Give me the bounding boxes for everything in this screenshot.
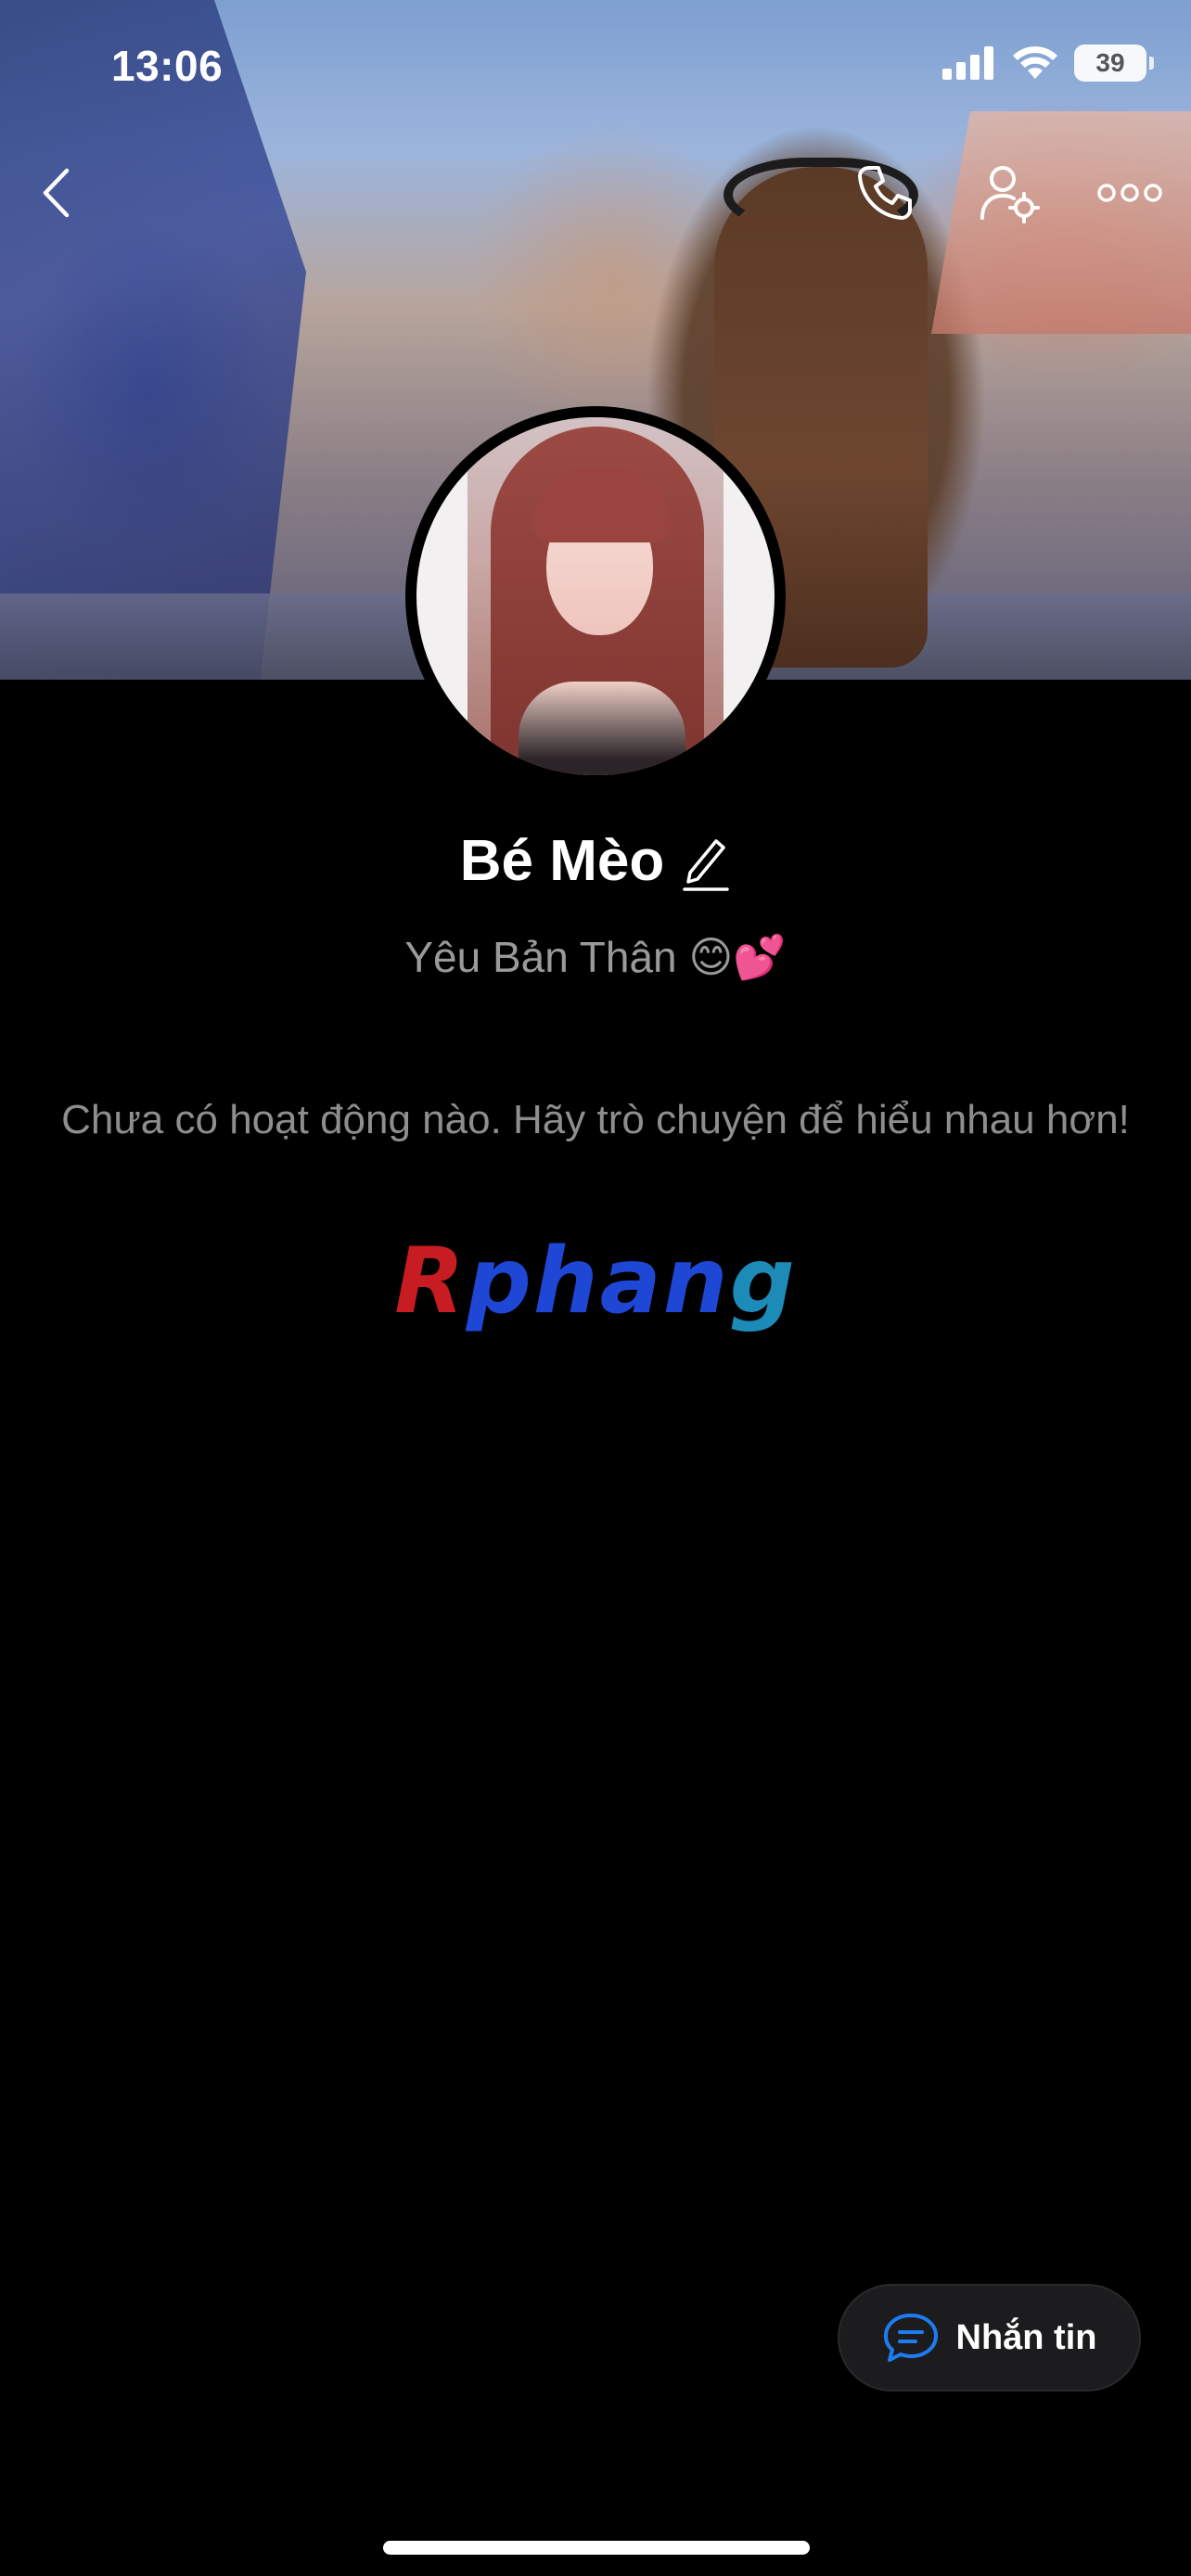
bio-emoji: 😊💕 [688,932,787,982]
more-dots-icon [1097,184,1162,202]
cellular-signal-icon [942,46,993,80]
status-time: 13:06 [111,42,224,90]
bio-text: Yêu Bản Thân [404,933,677,981]
cover-temple-left [0,0,306,680]
phone-icon [858,166,912,220]
chevron-left-icon [43,168,70,218]
pencil-edit-icon [683,838,729,891]
profile-name-row: Bé Mèo [0,828,1191,894]
watermark-part-3: g [729,1229,797,1334]
cover-roof-right [931,111,1191,334]
status-indicators: 39 [942,45,1154,82]
profile-name: Bé Mèo [459,829,665,893]
avatar-body [519,682,685,775]
watermark-part-1: R [394,1229,467,1334]
watermark-logo: Rphang [0,1229,1191,1334]
wifi-icon [1013,46,1057,79]
send-message-button[interactable]: Nhắn tin [838,2284,1141,2391]
more-options-button[interactable] [1095,172,1165,213]
call-button[interactable] [852,159,918,226]
profile-bio: Yêu Bản Thân 😊💕 [0,932,1191,983]
back-button[interactable] [28,162,83,223]
chat-bubble-icon [883,2314,938,2362]
user-settings-icon [980,166,1040,223]
profile-settings-button[interactable] [976,159,1043,226]
edit-name-button[interactable] [681,832,731,891]
avatar-photo [416,417,775,775]
home-indicator[interactable] [383,2541,810,2555]
send-message-label: Nhắn tin [955,2317,1097,2357]
empty-activity-message: Chưa có hoạt động nào. Hãy trò chuyện để… [61,1097,1130,1142]
avatar[interactable] [405,406,786,786]
watermark-part-2: phan [466,1229,730,1334]
battery-indicator: 39 [1074,45,1154,82]
